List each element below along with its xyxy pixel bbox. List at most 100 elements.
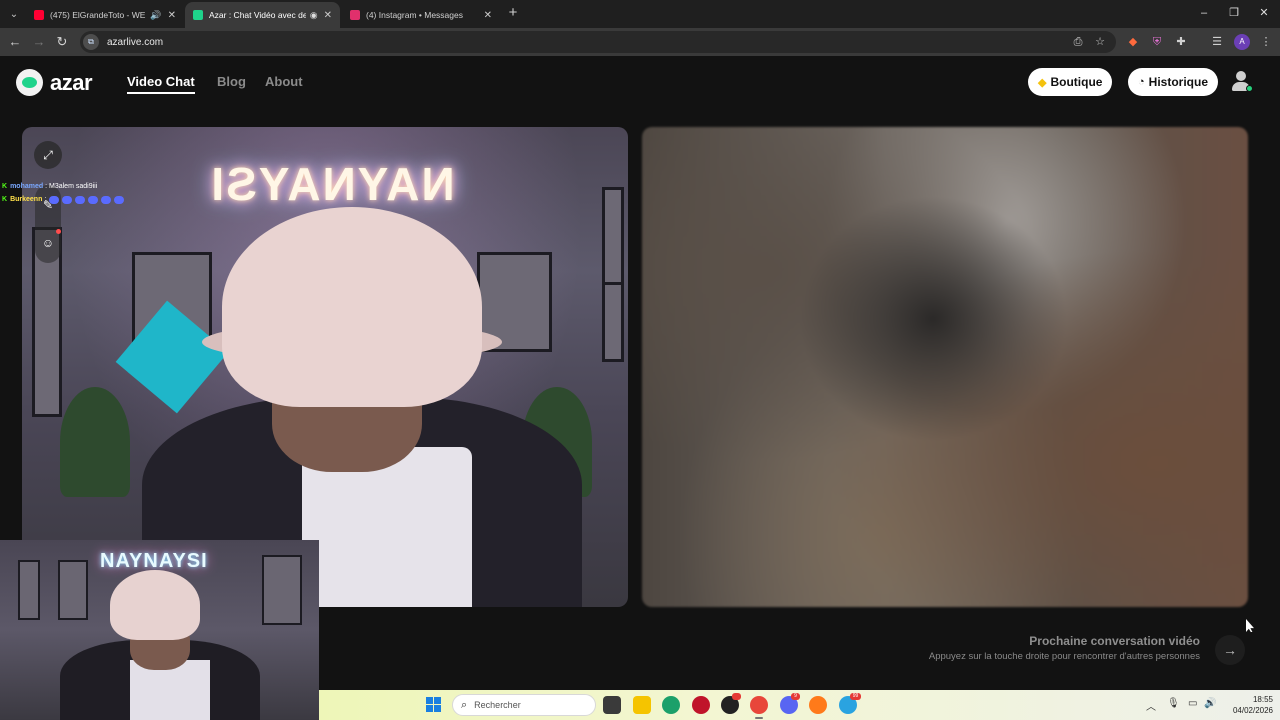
- forward-button[interactable]: →: [30, 33, 48, 51]
- logo-text: azar: [50, 69, 93, 95]
- azar-favicon-icon: [193, 10, 203, 20]
- chat-message: K mohamed : M3alem sadi9iii: [2, 180, 124, 193]
- tab-title: (475) ElGrandeToto - WELD: [50, 10, 147, 20]
- new-tab-button[interactable]: +: [505, 5, 521, 21]
- close-window-button[interactable]: ✕: [1249, 4, 1279, 22]
- firefox-icon[interactable]: [809, 696, 827, 714]
- chat-username: Burkeenn: [10, 196, 43, 203]
- mouse-cursor-icon: [1246, 619, 1254, 632]
- search-icon: ⌕: [461, 698, 468, 711]
- reload-button[interactable]: ↻: [53, 33, 71, 51]
- historique-button[interactable]: ◔ Historique: [1128, 68, 1218, 96]
- close-tab-icon[interactable]: ✕: [484, 10, 492, 21]
- stream-chat-overlay: K mohamed : M3alem sadi9iii K Burkeenn :: [2, 180, 125, 206]
- emote-icon: [101, 195, 112, 204]
- historique-label: Historique: [1148, 75, 1208, 89]
- expand-icon[interactable]: ⤢: [34, 141, 62, 169]
- discord-badge: 9: [791, 693, 800, 700]
- clock-icon: ◔: [1138, 76, 1145, 88]
- notification-dot: [56, 229, 61, 234]
- plant-decor: [60, 387, 130, 497]
- system-clock[interactable]: 18:55 04/02/2026: [1215, 694, 1273, 716]
- search-placeholder: Rechercher: [474, 700, 521, 710]
- record-icon: ◉: [309, 9, 318, 20]
- online-status-dot: [1246, 85, 1253, 92]
- extension-shield-icon[interactable]: ⛨: [1149, 34, 1165, 50]
- azar-logo-icon: [16, 69, 43, 96]
- edge-browser-icon[interactable]: [662, 696, 680, 714]
- wall-art: [18, 560, 40, 620]
- bookmark-star-icon[interactable]: ☆: [1092, 34, 1108, 50]
- start-button-windows-icon[interactable]: [426, 697, 441, 712]
- webcam-streamer-cap: [110, 570, 200, 640]
- minimize-button[interactable]: –: [1189, 4, 1219, 22]
- next-arrow-button[interactable]: →: [1215, 635, 1245, 665]
- extension-red-icon[interactable]: ◆: [1125, 34, 1141, 50]
- kick-badge-icon: K: [2, 196, 8, 203]
- next-conversation-hint: Appuyez sur la touche droite pour rencon…: [928, 651, 1200, 662]
- speaker-icon[interactable]: 🔊: [150, 10, 161, 21]
- opera-gx-icon[interactable]: [692, 696, 710, 714]
- microphone-icon[interactable]: 🎙: [1167, 698, 1180, 709]
- azar-logo[interactable]: azar: [16, 69, 93, 96]
- nav-active-underline: [127, 92, 195, 94]
- neon-sign: NAYNAYSI: [209, 158, 455, 210]
- site-info-icon[interactable]: ⧉: [83, 34, 99, 50]
- taskbar-search[interactable]: ⌕ Rechercher: [452, 694, 596, 716]
- windows-taskbar: ⌕ Rechercher 9 99 ︿ 🎙 ▭ 🔊 18:55 04/02/20…: [319, 690, 1280, 720]
- install-app-icon[interactable]: ⎙: [1070, 34, 1086, 50]
- boutique-label: Boutique: [1050, 75, 1103, 89]
- tray-overflow-icon[interactable]: ︿: [1146, 698, 1156, 713]
- emote-icon: [88, 195, 99, 204]
- browser-menu-icon[interactable]: ⋮: [1258, 34, 1274, 50]
- nav-video-chat[interactable]: Video Chat: [127, 74, 195, 89]
- gem-icon: ◆: [1038, 76, 1047, 89]
- address-bar[interactable]: ⧉ azarlive.com: [80, 31, 1116, 53]
- close-tab-icon[interactable]: ✕: [324, 10, 332, 21]
- emote-icon: [114, 195, 125, 204]
- clock-time: 18:55: [1252, 695, 1273, 704]
- file-explorer-icon[interactable]: [633, 696, 651, 714]
- profile-avatar[interactable]: A: [1234, 34, 1250, 50]
- chrome-active-indicator: [755, 717, 763, 719]
- face-filter-icon[interactable]: ☺: [35, 233, 61, 253]
- streamer-cap: [222, 207, 482, 407]
- user-account-icon[interactable]: [1230, 70, 1253, 92]
- tab-title: (4) Instagram • Messages: [366, 10, 463, 20]
- youtube-favicon-icon: [34, 10, 44, 20]
- extensions-puzzle-icon[interactable]: ✚: [1173, 34, 1189, 50]
- browser-tab-strip: ⌄ (475) ElGrandeToto - WELD 🔊 ✕ Azar : C…: [0, 0, 1280, 28]
- tab-azar[interactable]: Azar : Chat Vidéo avec de n ◉ ✕: [185, 2, 340, 28]
- emote-icon: [49, 195, 60, 204]
- tab-instagram[interactable]: (4) Instagram • Messages ✕: [342, 2, 500, 28]
- reading-list-icon[interactable]: ☰: [1209, 34, 1225, 50]
- tab-search-chevron-icon[interactable]: ⌄: [4, 4, 24, 24]
- streamer-webcam-overlay: NAYNAYSI: [0, 540, 319, 720]
- obs-notification-badge: [732, 693, 741, 700]
- clock-date: 04/02/2026: [1232, 706, 1273, 715]
- kick-badge-icon: K: [2, 183, 8, 190]
- wall-art: [602, 282, 624, 362]
- wall-art: [262, 555, 302, 625]
- remote-video-blurred: [642, 127, 1248, 607]
- telegram-badge: 99: [850, 693, 861, 700]
- chrome-icon[interactable]: [750, 696, 768, 714]
- close-tab-icon[interactable]: ✕: [168, 10, 176, 21]
- boutique-button[interactable]: ◆ Boutique: [1028, 68, 1113, 96]
- restore-button[interactable]: ❐: [1219, 4, 1249, 22]
- emote-icon: [75, 195, 86, 204]
- instagram-favicon-icon: [350, 10, 360, 20]
- next-conversation-title: Prochaine conversation vidéo: [1029, 634, 1200, 648]
- wall-art: [602, 187, 624, 297]
- emote-icon: [62, 195, 73, 204]
- back-button[interactable]: ←: [6, 33, 24, 51]
- chat-message: K Burkeenn :: [2, 193, 125, 206]
- tab-youtube[interactable]: (475) ElGrandeToto - WELD 🔊 ✕: [26, 2, 184, 28]
- nav-about[interactable]: About: [265, 74, 303, 89]
- nav-blog[interactable]: Blog: [217, 74, 246, 89]
- chat-text: : M3alem sadi9iii: [45, 183, 98, 190]
- url-text[interactable]: azarlive.com: [107, 37, 163, 48]
- network-icon[interactable]: ▭: [1188, 698, 1197, 709]
- chat-text: :: [44, 196, 47, 203]
- task-view-icon[interactable]: [603, 696, 621, 714]
